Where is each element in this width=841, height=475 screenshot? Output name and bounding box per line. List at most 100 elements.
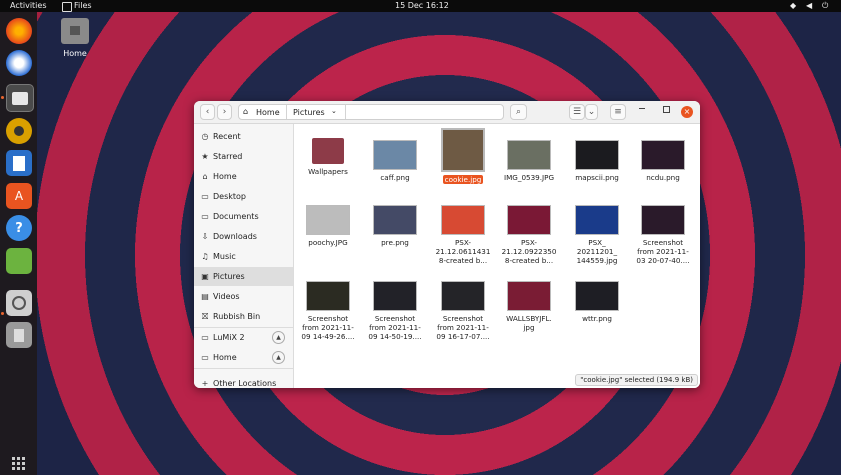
- plus-icon: +: [201, 378, 209, 388]
- file-item[interactable]: PSX- 21.12.0922350 8-created b...: [497, 205, 561, 265]
- image-thumbnail: [373, 140, 417, 170]
- sidebar-item-label: Home: [213, 353, 237, 362]
- file-item[interactable]: Wallpapers: [296, 132, 360, 176]
- path-home[interactable]: Home: [256, 108, 280, 117]
- file-item[interactable]: PSX- 21.12.0611431 8-created b...: [431, 205, 495, 265]
- file-name: ncdu.png: [646, 173, 680, 182]
- thunderbird-icon[interactable]: [6, 50, 32, 76]
- network-icon[interactable]: ◆: [790, 1, 796, 10]
- extensions-icon[interactable]: [6, 248, 32, 274]
- files-icon[interactable]: [6, 84, 34, 112]
- app-menu[interactable]: Files: [74, 1, 92, 10]
- activities-button[interactable]: Activities: [10, 1, 47, 10]
- writer-icon[interactable]: [6, 150, 32, 176]
- sidebar-item-lumix-2[interactable]: ▭ LuMiX 2 ▲: [194, 328, 293, 347]
- file-item[interactable]: PSX_ 20211201_ 144559.jpg: [565, 205, 629, 265]
- sidebar-item-label: Recent: [213, 132, 241, 141]
- search-icon[interactable]: ⌕: [510, 104, 527, 120]
- file-name: Screenshot from 2021-11- 09 16-17-07....: [436, 314, 490, 341]
- star-icon: ★: [201, 151, 209, 161]
- forward-button[interactable]: ›: [217, 104, 232, 120]
- file-name: PSX_ 20211201_ 144559.jpg: [576, 238, 618, 265]
- sidebar-item-pictures[interactable]: ▣ Pictures: [194, 267, 293, 286]
- file-item[interactable]: poochy.JPG: [296, 205, 360, 247]
- sidebar-item-starred[interactable]: ★ Starred: [194, 147, 293, 166]
- image-thumbnail: [306, 205, 350, 235]
- sidebar-item-recent[interactable]: ◷ Recent: [194, 127, 293, 146]
- path-pictures[interactable]: Pictures: [293, 108, 325, 117]
- file-name: PSX- 21.12.0922350 8-created b...: [501, 238, 557, 265]
- file-item[interactable]: WALLSBYJFL. jpg: [497, 281, 561, 332]
- running-indicator: [1, 96, 4, 99]
- file-name: Wallpapers: [308, 167, 348, 176]
- file-name: cookie.jpg: [442, 175, 484, 184]
- file-item[interactable]: mapscii.png: [565, 132, 629, 182]
- file-name: mapscii.png: [575, 173, 619, 182]
- file-name: PSX- 21.12.0611431 8-created b...: [435, 238, 491, 265]
- sidebar-item-music[interactable]: ♫ Music: [194, 247, 293, 266]
- top-bar: Activities Files 15 Dec 16:12 ◆ ◀ ⏻: [0, 0, 841, 12]
- file-item[interactable]: cookie.jpg: [431, 128, 495, 184]
- file-item[interactable]: pre.png: [363, 205, 427, 247]
- file-item[interactable]: Screenshot from 2021-11- 03 20-07-40....: [631, 205, 695, 265]
- clock-icon: ◷: [201, 131, 209, 141]
- rhythmbox-icon[interactable]: [6, 118, 32, 144]
- files-window: ‹ › ⌂ Home Pictures ⌄ ⌕ ☰ ⌄ ≡ × ◷ Recent ★…: [194, 101, 700, 388]
- sidebar-item-documents[interactable]: ▭ Documents: [194, 207, 293, 226]
- image-thumbnail: [373, 281, 417, 311]
- header-bar: ‹ › ⌂ Home Pictures ⌄ ⌕ ☰ ⌄ ≡ ×: [194, 101, 700, 124]
- sidebar-item-rubbish-bin[interactable]: ⛝ Rubbish Bin: [194, 307, 293, 326]
- software-icon[interactable]: A: [6, 183, 32, 209]
- running-indicator: [1, 312, 4, 315]
- file-item[interactable]: Screenshot from 2021-11- 09 14-49-26....: [296, 281, 360, 341]
- file-item[interactable]: Screenshot from 2021-11- 09 14-50-19....: [363, 281, 427, 341]
- power-icon[interactable]: ⏻: [822, 1, 828, 11]
- maximize-icon[interactable]: [663, 106, 670, 113]
- help-icon[interactable]: ?: [6, 215, 32, 241]
- path-bar: ⌂ Home Pictures ⌄: [238, 104, 504, 120]
- desktop-home-label: Home: [63, 49, 87, 58]
- sidebar-item-videos[interactable]: ▤ Videos: [194, 287, 293, 306]
- folder-icon: [312, 138, 344, 164]
- picture-icon: ▣: [201, 271, 209, 281]
- screenshot-icon[interactable]: [6, 290, 32, 316]
- image-thumbnail: [641, 205, 685, 235]
- file-name: Screenshot from 2021-11- 09 14-49-26....: [301, 314, 355, 341]
- back-button[interactable]: ‹: [200, 104, 215, 120]
- close-icon[interactable]: ×: [681, 106, 693, 118]
- trash-icon[interactable]: [6, 322, 32, 348]
- show-apps-icon[interactable]: [12, 457, 26, 471]
- music-icon: ♫: [201, 251, 209, 261]
- eject-icon[interactable]: ▲: [272, 331, 285, 344]
- clock[interactable]: 15 Dec 16:12: [395, 1, 449, 10]
- image-thumbnail: [575, 281, 619, 311]
- volume-icon[interactable]: ◀: [806, 1, 812, 10]
- path-separator: [345, 105, 346, 119]
- files-app-icon: [62, 2, 72, 12]
- file-item[interactable]: caff.png: [363, 132, 427, 182]
- eject-icon[interactable]: ▲: [272, 351, 285, 364]
- file-item[interactable]: ncdu.png: [631, 132, 695, 182]
- chevron-down-icon[interactable]: ⌄: [331, 107, 337, 115]
- sidebar-item-desktop[interactable]: ▭ Desktop: [194, 187, 293, 206]
- file-item[interactable]: IMG_0539.JPG: [497, 132, 561, 182]
- file-name: poochy.JPG: [308, 238, 348, 247]
- sidebar-item-downloads[interactable]: ⇩ Downloads: [194, 227, 293, 246]
- sidebar-item-other-locations[interactable]: + Other Locations: [194, 374, 293, 388]
- file-item[interactable]: Screenshot from 2021-11- 09 16-17-07....: [431, 281, 495, 341]
- firefox-icon[interactable]: [6, 18, 32, 44]
- sidebar-item-label: Music: [213, 252, 236, 261]
- minimize-icon[interactable]: [639, 108, 645, 109]
- image-thumbnail: [306, 281, 350, 311]
- file-item[interactable]: wttr.png: [565, 281, 629, 323]
- sidebar-item-label: Documents: [213, 212, 259, 221]
- view-toggle-icon[interactable]: ☰: [569, 104, 585, 120]
- sidebar-item-home[interactable]: ▭ Home ▲: [194, 348, 293, 367]
- menu-icon[interactable]: ≡: [610, 104, 626, 120]
- drive-icon: ▭: [201, 352, 209, 362]
- file-grid: Wallpapers caff.png cookie.jpg IMG_0539.JPG…: [294, 124, 700, 388]
- view-options-icon[interactable]: ⌄: [585, 104, 598, 120]
- sidebar-item-home[interactable]: ⌂ Home: [194, 167, 293, 186]
- image-thumbnail: [507, 281, 551, 311]
- desktop-home-folder[interactable]: Home: [58, 18, 92, 58]
